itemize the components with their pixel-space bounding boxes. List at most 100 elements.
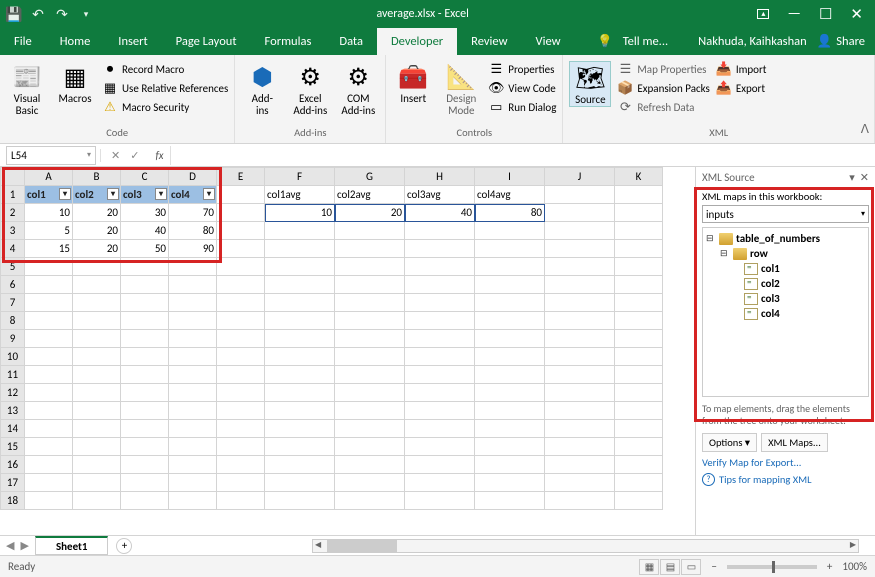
export-button[interactable]: 📤Export bbox=[716, 80, 767, 96]
col-header[interactable]: K bbox=[615, 168, 663, 186]
maximize-button[interactable]: ☐ bbox=[819, 5, 832, 24]
table-header-cell[interactable]: col2▾ bbox=[73, 186, 121, 204]
cell[interactable]: 90 bbox=[169, 240, 217, 258]
options-button[interactable]: Options ▾ bbox=[702, 433, 757, 452]
sheet-nav-next-icon[interactable]: ▶ bbox=[20, 539, 28, 552]
page-layout-view-button[interactable]: ▤ bbox=[660, 559, 680, 575]
cell[interactable]: 15 bbox=[25, 240, 73, 258]
close-button[interactable]: ✕ bbox=[850, 5, 863, 24]
zoom-level[interactable]: 100% bbox=[842, 560, 867, 573]
tree-leaf[interactable]: col4 bbox=[706, 306, 865, 321]
tab-review[interactable]: Review bbox=[457, 28, 521, 55]
col-header[interactable]: F bbox=[265, 168, 335, 186]
cell[interactable]: 40 bbox=[405, 204, 475, 222]
tree-leaf[interactable]: col1 bbox=[706, 261, 865, 276]
filter-dropdown-icon[interactable]: ▾ bbox=[107, 188, 119, 200]
cell[interactable]: 80 bbox=[475, 204, 545, 222]
share-button[interactable]: 👤 Share bbox=[817, 34, 865, 49]
macros-button[interactable]: ▦Macros bbox=[54, 61, 96, 105]
cancel-formula-icon[interactable]: ✕ bbox=[111, 149, 120, 162]
record-macro-button[interactable]: ⏺Record Macro bbox=[102, 61, 228, 77]
minimize-button[interactable]: — bbox=[787, 5, 801, 23]
tree-node-root[interactable]: ⊟table_of_numbers bbox=[706, 231, 865, 246]
tree-leaf[interactable]: col3 bbox=[706, 291, 865, 306]
row-header[interactable]: 9 bbox=[1, 330, 25, 348]
close-pane-icon[interactable]: ✕ bbox=[860, 171, 869, 184]
cell[interactable]: 20 bbox=[73, 222, 121, 240]
row-header[interactable]: 6 bbox=[1, 276, 25, 294]
row-header[interactable]: 18 bbox=[1, 492, 25, 510]
tips-link[interactable]: Tips for mapping XML bbox=[719, 473, 812, 486]
addins-button[interactable]: ⬢Add- ins bbox=[241, 61, 283, 117]
filter-dropdown-icon[interactable]: ▾ bbox=[203, 188, 215, 200]
row-header[interactable]: 2 bbox=[1, 204, 25, 222]
col-header[interactable]: B bbox=[73, 168, 121, 186]
cell[interactable]: col3avg bbox=[405, 186, 475, 204]
cell[interactable]: 70 bbox=[169, 204, 217, 222]
cell[interactable]: 20 bbox=[335, 204, 405, 222]
cell[interactable]: 10 bbox=[265, 204, 335, 222]
undo-icon[interactable]: ↶ bbox=[30, 6, 46, 22]
cell[interactable]: col2avg bbox=[335, 186, 405, 204]
table-header-cell[interactable]: col4▾ bbox=[169, 186, 217, 204]
tree-node-row[interactable]: ⊟row bbox=[706, 246, 865, 261]
filter-dropdown-icon[interactable]: ▾ bbox=[155, 188, 167, 200]
xml-source-button[interactable]: 🗺Source bbox=[569, 61, 611, 107]
tell-me[interactable]: Tell me... bbox=[623, 34, 668, 49]
refresh-data-button[interactable]: ⟳Refresh Data bbox=[617, 99, 709, 115]
col-header[interactable]: J bbox=[545, 168, 615, 186]
row-header[interactable]: 16 bbox=[1, 456, 25, 474]
tab-home[interactable]: Home bbox=[46, 28, 105, 55]
ribbon-options-icon[interactable]: ▴ bbox=[757, 9, 769, 19]
qat-more-icon[interactable]: ▾ bbox=[78, 6, 94, 22]
table-header-cell[interactable]: col3▾ bbox=[121, 186, 169, 204]
row-header[interactable]: 3 bbox=[1, 222, 25, 240]
collapse-ribbon-icon[interactable]: ᐱ bbox=[861, 122, 869, 137]
cell[interactable]: col4avg bbox=[475, 186, 545, 204]
verify-map-link[interactable]: Verify Map for Export... bbox=[702, 456, 869, 469]
tab-insert[interactable]: Insert bbox=[104, 28, 161, 55]
tab-data[interactable]: Data bbox=[325, 28, 377, 55]
row-header[interactable]: 10 bbox=[1, 348, 25, 366]
formula-input[interactable] bbox=[170, 146, 875, 165]
add-sheet-button[interactable]: + bbox=[116, 538, 132, 554]
use-relative-refs-button[interactable]: ▦Use Relative References bbox=[102, 80, 228, 96]
xml-map-select[interactable]: inputs▾ bbox=[702, 205, 869, 223]
redo-icon[interactable]: ↷ bbox=[54, 6, 70, 22]
cell[interactable]: 30 bbox=[121, 204, 169, 222]
cell[interactable]: 5 bbox=[25, 222, 73, 240]
insert-control-button[interactable]: 🧰Insert bbox=[392, 61, 434, 105]
tab-developer[interactable]: Developer bbox=[377, 28, 457, 55]
cell[interactable]: 20 bbox=[73, 204, 121, 222]
com-addins-button[interactable]: ⚙COM Add-ins bbox=[337, 61, 379, 117]
fx-icon[interactable]: fx bbox=[149, 149, 169, 162]
row-header[interactable]: 1 bbox=[1, 186, 25, 204]
sheet-nav-prev-icon[interactable]: ◀ bbox=[6, 539, 14, 552]
table-header-cell[interactable]: col1▾ bbox=[25, 186, 73, 204]
row-header[interactable]: 14 bbox=[1, 420, 25, 438]
properties-button[interactable]: ☰Properties bbox=[488, 61, 556, 77]
row-header[interactable]: 8 bbox=[1, 312, 25, 330]
user-name[interactable]: Nakhuda, Kaihkashan bbox=[698, 34, 807, 49]
row-header[interactable]: 11 bbox=[1, 366, 25, 384]
xml-maps-button[interactable]: XML Maps... bbox=[761, 433, 828, 452]
zoom-slider[interactable] bbox=[727, 565, 817, 569]
row-header[interactable]: 4 bbox=[1, 240, 25, 258]
col-header[interactable]: C bbox=[121, 168, 169, 186]
cell[interactable]: col1avg bbox=[265, 186, 335, 204]
col-header[interactable]: E bbox=[217, 168, 265, 186]
col-header[interactable]: H bbox=[405, 168, 475, 186]
filter-dropdown-icon[interactable]: ▾ bbox=[59, 188, 71, 200]
row-header[interactable]: 15 bbox=[1, 438, 25, 456]
cell[interactable]: 40 bbox=[121, 222, 169, 240]
design-mode-button[interactable]: 📐Design Mode bbox=[440, 61, 482, 117]
name-box[interactable]: L54▾ bbox=[6, 146, 96, 165]
tab-formulas[interactable]: Formulas bbox=[251, 28, 326, 55]
tab-file[interactable]: File bbox=[0, 28, 46, 55]
cell[interactable]: 10 bbox=[25, 204, 73, 222]
normal-view-button[interactable]: ▦ bbox=[639, 559, 659, 575]
spreadsheet-grid[interactable]: A B C D E F G H I J K 1 col1▾ col2▾ bbox=[0, 167, 695, 535]
zoom-out-button[interactable]: − bbox=[711, 560, 716, 573]
row-header[interactable]: 5 bbox=[1, 258, 25, 276]
row-header[interactable]: 17 bbox=[1, 474, 25, 492]
